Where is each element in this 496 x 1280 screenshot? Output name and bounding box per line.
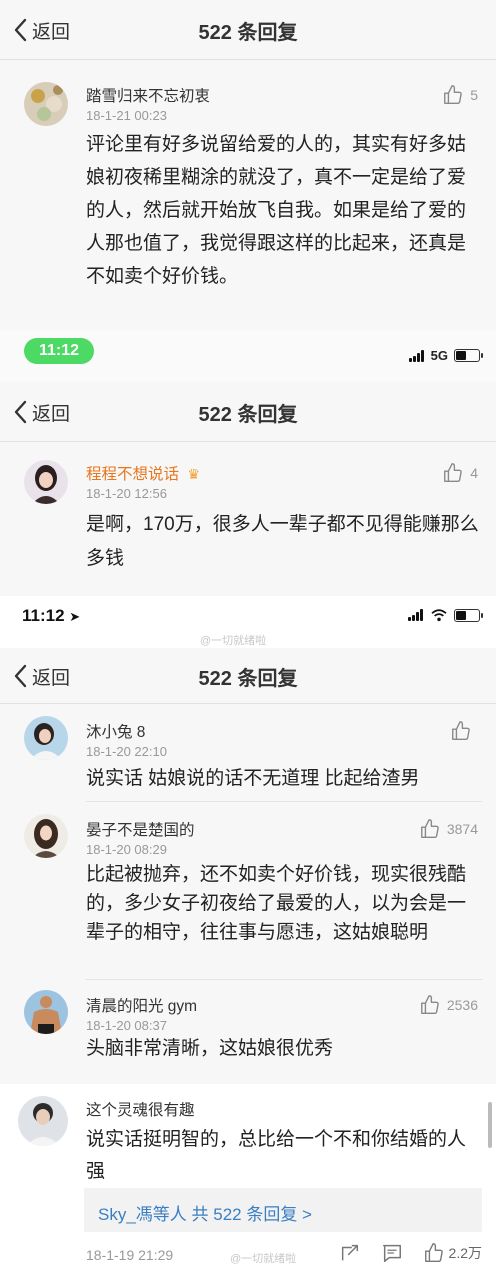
comment-button[interactable] [381,1242,403,1264]
like-button[interactable]: 3874 [419,818,478,840]
status-bar: 11:12 5G [0,330,496,382]
signal-icon [408,609,424,621]
post-time: 18-1-19 21:29 [86,1247,174,1263]
comment-text: 比起被抛弃，还不如卖个好价钱，现实很残酷的，多少女子初夜给了最爱的人，以为会是一… [86,864,467,943]
comment-item: 晏子不是楚国的 18-1-20 08:29 3874 比起被抛弃，还不如卖个好价… [0,802,496,980]
status-time-text: 11:12 [22,606,65,625]
comment-icon [382,1244,401,1262]
comment-username[interactable]: 踏雪归来不忘初衷 [86,84,210,106]
comment-text: 是啊，170万，很多人一辈子都不见得能赚那么多钱 [86,514,479,569]
post-actions: 2.2万 [319,1242,482,1264]
avatar-image [24,82,68,126]
share-button[interactable] [339,1242,361,1264]
comment-username[interactable]: 晏子不是楚国的 [86,818,195,840]
avatar[interactable] [24,716,68,760]
like-button[interactable] [450,720,478,742]
like-count: 2536 [446,997,478,1013]
screenshot-section-3: 11:12 ➤ @一切就绪啦 返回 522 条回复 沐小兔 8 18-1-20 … [0,596,496,1084]
thumbs-up-icon [452,721,470,740]
comment-username[interactable]: 清晨的阳光 gym [86,994,197,1016]
comment-time: 18-1-20 12:56 [86,486,167,501]
watermark: @一切就绪啦 [200,635,267,647]
navigation-bar: 返回 522 条回复 [0,648,496,704]
thumbs-up-icon [420,819,439,838]
like-button[interactable]: 2536 [419,994,478,1016]
scrollbar[interactable] [488,1102,492,1148]
thumbs-up-icon [420,995,439,1014]
avatar[interactable] [24,82,68,126]
status-time-pill: 11:12 [24,338,94,364]
like-count: 5 [470,87,478,103]
signal-icon [408,349,425,362]
status-bar: 11:12 ➤ @一切就绪啦 [0,596,496,648]
crown-icon: ♛ [187,466,200,482]
avatar-image [18,1096,68,1146]
comment-item: 沐小兔 8 18-1-20 22:10 说实话 姑娘说的话不无道理 比起给渣男 [0,704,496,802]
post-text: 说实话挺明智的，总比给一个不和你结婚的人强 [86,1129,467,1182]
battery-icon [454,608,483,622]
comment-text: 说实话 姑娘说的话不无道理 比起给渣男 [86,768,420,789]
comment-time: 18-1-21 00:23 [86,108,167,123]
post-card: 这个灵魂很有趣 说实话挺明智的，总比给一个不和你结婚的人强 Sky_馮等人 共 … [0,1084,496,1280]
comment-text: 头脑非常清晰，这姑娘很优秀 [86,1038,334,1059]
navigation-bar: 返回 522 条回复 [0,382,496,442]
status-indicators [408,608,483,622]
page-title: 522 条回复 [198,668,298,690]
location-arrow-icon: ➤ [69,609,81,624]
comment-username[interactable]: 沐小兔 8 [86,720,145,742]
like-count: 3874 [446,821,478,837]
comment-time: 18-1-20 22:10 [86,744,167,759]
post-username[interactable]: 这个灵魂很有趣 [86,1098,195,1120]
comment-time: 18-1-20 08:29 [86,842,167,857]
like-button[interactable]: 4 [442,462,478,484]
more-replies-link[interactable]: Sky_馮等人 共 522 条回复 > [84,1188,482,1232]
comment-text: 评论里有好多说留给爱的人的，其实有好多姑娘初夜稀里糊涂的就没了，真不一定是给了爱… [86,134,467,287]
username-text: 程程不想说话 [86,466,180,483]
avatar-image [24,990,68,1034]
thumbs-up-icon [444,463,462,482]
avatar[interactable] [18,1096,68,1146]
avatar[interactable] [24,460,68,504]
thumbs-up-icon [424,1243,443,1262]
watermark: @一切就绪啦 [230,1253,297,1265]
avatar-image [24,716,68,760]
avatar-image [24,814,68,858]
page-title: 522 条回复 [198,404,298,426]
like-button[interactable]: 2.2万 [423,1242,482,1264]
status-time: 11:12 ➤ [22,606,80,626]
navigation-bar: 返回 522 条回复 [0,0,496,60]
page-title: 522 条回复 [198,22,298,44]
screenshot-section-2: 11:12 5G 返回 522 条回复 程程不想说话 ♛ 18-1-20 12:… [0,330,496,596]
comment-item: 清晨的阳光 gym 18-1-20 08:37 2536 头脑非常清晰，这姑娘很… [0,980,496,1084]
comment-item: 程程不想说话 ♛ 18-1-20 12:56 4 是啊，170万，很多人一辈子都… [0,442,496,596]
network-type: 5G [430,348,448,363]
comment-item: 踏雪归来不忘初衷 18-1-21 00:23 5 评论里有好多说留给爱的人的，其… [0,60,496,330]
status-indicators: 5G [408,348,483,363]
like-count: 2.2万 [448,1245,482,1261]
comment-time: 18-1-20 08:37 [86,1018,167,1033]
screenshot-section-1: 返回 522 条回复 踏雪归来不忘初衷 18-1-21 00:23 5 评论里有… [0,0,496,330]
share-icon [341,1244,358,1261]
wifi-icon [431,609,447,622]
avatar-image [24,460,68,504]
thumbs-up-icon [444,85,462,104]
like-button[interactable]: 5 [442,84,478,106]
like-count: 4 [470,465,478,481]
avatar[interactable] [24,814,68,858]
battery-icon [454,349,483,362]
comment-username[interactable]: 程程不想说话 ♛ [86,462,200,484]
avatar[interactable] [24,990,68,1034]
